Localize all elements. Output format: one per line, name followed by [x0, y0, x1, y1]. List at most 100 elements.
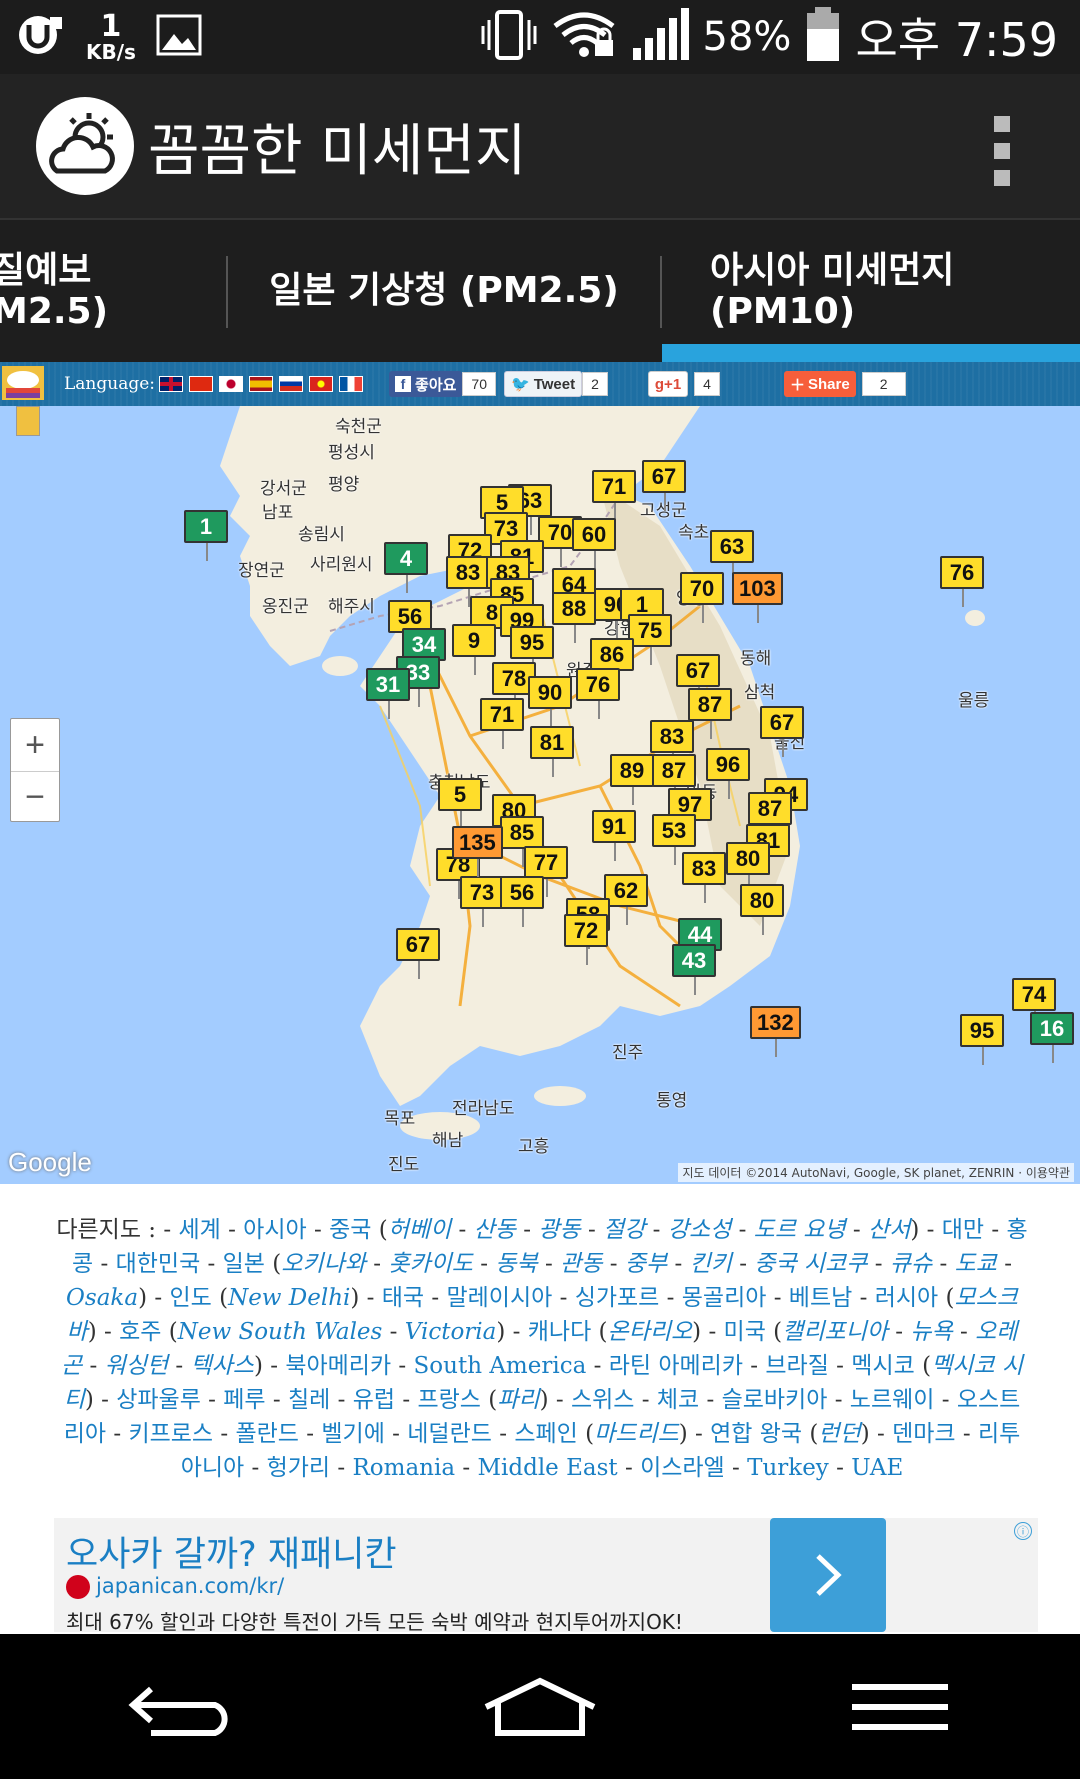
pm-marker-moderate[interactable]: 67 — [642, 460, 686, 511]
menu-icon[interactable] — [830, 1667, 970, 1747]
pm-marker-moderate[interactable]: 80 — [740, 884, 784, 935]
map-link[interactable]: 중국 — [329, 1217, 371, 1243]
pm-marker-moderate[interactable]: 77 — [524, 846, 568, 897]
map-link[interactable]: 워싱턴 — [105, 1353, 168, 1379]
map-link[interactable]: Middle East — [477, 1455, 617, 1481]
pm-marker-moderate[interactable]: 96 — [706, 748, 750, 799]
ad-url[interactable]: japanican.com/kr/ — [96, 1574, 284, 1598]
pm-marker-moderate[interactable]: 63 — [710, 530, 754, 581]
pm-marker-moderate[interactable]: 83 — [446, 556, 490, 607]
map-link[interactable]: 멕시코 — [851, 1353, 914, 1379]
map-link[interactable]: 폴란드 — [235, 1421, 298, 1447]
pm-marker-moderate[interactable]: 75 — [628, 614, 672, 665]
map-attribution[interactable]: 지도 데이터 ©2014 AutoNavi, Google, SK planet… — [678, 1163, 1074, 1182]
pm-marker-moderate[interactable]: 56 — [500, 876, 544, 927]
zoom-in-button[interactable]: + — [11, 719, 59, 771]
map-link[interactable]: Victoria — [405, 1319, 497, 1345]
pm-marker-good[interactable]: 1 — [184, 510, 228, 561]
map-link[interactable]: 허베이 — [388, 1217, 451, 1243]
ad-title[interactable]: 오사카 갈까? 재패니칸 — [66, 1526, 397, 1577]
pm-marker-moderate[interactable]: 90 — [528, 676, 572, 727]
pm-marker-moderate[interactable]: 95 — [960, 1014, 1004, 1065]
map-link[interactable]: 싱가포르 — [575, 1285, 660, 1311]
pm-marker-moderate[interactable]: 86 — [590, 638, 634, 689]
map-link[interactable]: 런던 — [818, 1421, 860, 1447]
map-link[interactable]: 칠레 — [288, 1387, 330, 1413]
map-link[interactable]: 텍사스 — [190, 1353, 253, 1379]
pm-marker-good[interactable]: 43 — [672, 944, 716, 995]
flag-spain-icon[interactable] — [249, 376, 274, 392]
map-link[interactable]: Turkey — [747, 1455, 829, 1481]
map-link[interactable]: 체코 — [657, 1387, 699, 1413]
pm-marker-moderate[interactable]: 95 — [510, 626, 554, 677]
map-link[interactable]: 홋카이도 — [388, 1251, 473, 1277]
tab-japan-jma[interactable]: 일본 기상청 (PM2.5) — [228, 220, 660, 362]
map-link[interactable]: 캘리포니아 — [782, 1319, 888, 1345]
pm-marker-moderate[interactable]: 87 — [688, 688, 732, 739]
map-link[interactable]: 헝가리 — [267, 1455, 330, 1481]
map-link[interactable]: UAE — [851, 1455, 903, 1481]
facebook-like-button[interactable]: f 좋아요 — [389, 371, 463, 397]
pm-marker-moderate[interactable]: 87 — [652, 754, 696, 805]
pm-marker-moderate[interactable]: 71 — [480, 698, 524, 749]
map-link[interactable]: 미국 — [724, 1319, 766, 1345]
pm-marker-moderate[interactable]: 89 — [610, 754, 654, 805]
map-link[interactable]: South America — [414, 1353, 587, 1379]
map-link[interactable]: 큐슈 — [890, 1251, 932, 1277]
home-icon[interactable] — [470, 1667, 610, 1747]
street-view-pegman-icon[interactable] — [16, 406, 40, 436]
map-link[interactable]: New South Wales — [178, 1319, 383, 1345]
overflow-menu-icon[interactable] — [994, 116, 1010, 186]
map-link[interactable]: Romania — [352, 1455, 455, 1481]
map-link[interactable]: 산서 — [868, 1217, 910, 1243]
map-link[interactable]: 마드리드 — [594, 1421, 679, 1447]
map-link[interactable]: 키프로스 — [128, 1421, 213, 1447]
map-link[interactable]: 벨기에 — [321, 1421, 384, 1447]
map-link[interactable]: 캐나다 — [528, 1319, 591, 1345]
pm-marker-bad[interactable]: 103 — [732, 572, 783, 623]
pm-marker-good[interactable]: 31 — [366, 668, 410, 719]
map-link[interactable]: 연합 왕국 — [710, 1421, 802, 1447]
map-link[interactable]: New Delhi — [228, 1285, 350, 1311]
flag-china-icon[interactable] — [189, 376, 214, 392]
flag-japan-icon[interactable] — [219, 376, 244, 392]
pm-marker-moderate[interactable]: 53 — [652, 814, 696, 865]
pm-marker-bad[interactable]: 132 — [750, 1006, 801, 1057]
pm-marker-moderate[interactable]: 67 — [676, 654, 720, 705]
pm-marker-moderate[interactable]: 72 — [564, 914, 608, 965]
zoom-out-button[interactable]: − — [11, 771, 59, 823]
pm-marker-moderate[interactable]: 83 — [650, 720, 694, 771]
map-link[interactable]: 몽골리아 — [682, 1285, 767, 1311]
tab-air-forecast[interactable]: 질예보 M2.5) — [0, 220, 226, 362]
map-link[interactable]: 유럽 — [353, 1387, 395, 1413]
map-link[interactable]: 태국 — [382, 1285, 424, 1311]
map-link[interactable]: 브라질 — [765, 1353, 828, 1379]
map-link[interactable]: 중부 — [625, 1251, 667, 1277]
map-link[interactable]: 절강 — [603, 1217, 645, 1243]
pm-marker-moderate[interactable]: 81 — [530, 726, 574, 777]
map-link[interactable]: 관동 — [560, 1251, 602, 1277]
pm-marker-moderate[interactable]: 5 — [438, 778, 482, 829]
map-link[interactable]: 말레이시아 — [446, 1285, 552, 1311]
map-link[interactable]: 아시아 — [243, 1217, 306, 1243]
pm-marker-moderate[interactable]: 60 — [572, 518, 616, 569]
map-link[interactable]: Osaka — [66, 1285, 138, 1311]
map-link[interactable]: 도르 요녕 — [754, 1217, 846, 1243]
ad-info-icon[interactable]: ⓘ — [1014, 1522, 1032, 1540]
ad-open-button[interactable] — [770, 1518, 886, 1632]
pm-marker-good[interactable]: 4 — [384, 542, 428, 593]
pm-marker-moderate[interactable]: 70 — [680, 572, 724, 623]
pm-marker-moderate[interactable]: 76 — [576, 668, 620, 719]
map-link[interactable]: 세계 — [178, 1217, 220, 1243]
map-link[interactable]: 상파울루 — [116, 1387, 201, 1413]
share-button[interactable]: ＋ Share — [783, 371, 856, 397]
pm-marker-moderate[interactable]: 67 — [396, 928, 440, 979]
map-link[interactable]: 대한민국 — [116, 1251, 201, 1277]
map-link[interactable]: 라틴 아메리카 — [609, 1353, 743, 1379]
map-link[interactable]: 일본 — [223, 1251, 265, 1277]
map-link[interactable]: 킨키 — [690, 1251, 732, 1277]
pm-marker-moderate[interactable]: 74 — [1012, 978, 1056, 1029]
map-link[interactable]: 동북 — [495, 1251, 537, 1277]
pm-marker-moderate[interactable]: 87 — [748, 792, 792, 843]
map-link[interactable]: 슬로바키아 — [722, 1387, 828, 1413]
